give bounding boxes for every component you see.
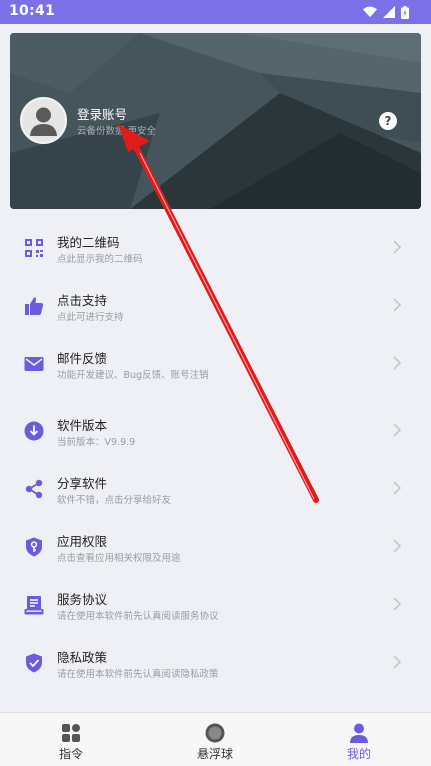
thumbs-up-icon (25, 297, 44, 315)
chevron-right-icon (393, 539, 402, 553)
status-icons (363, 5, 409, 19)
mail-icon (24, 357, 44, 371)
tab-label: 悬浮球 (196, 747, 233, 761)
person-icon (350, 723, 368, 743)
tab-floating-ball[interactable]: 悬浮球 (155, 713, 275, 766)
menu-item-title: 隐私政策 (57, 650, 108, 665)
header-background (10, 33, 421, 209)
chevron-right-icon (393, 423, 402, 437)
download-icon (24, 421, 44, 441)
tab-label: 指令 (58, 747, 83, 761)
chevron-right-icon (393, 481, 402, 495)
menu-item-qr-code[interactable]: 我的二维码 点此显示我的二维码 (0, 218, 431, 276)
share-icon (25, 479, 43, 499)
status-bar: 10:41 (0, 0, 431, 24)
menu-item-permissions[interactable]: 应用权限 点击查看应用相关权限及用途 (0, 517, 431, 575)
chevron-right-icon (393, 240, 402, 254)
avatar[interactable] (20, 97, 67, 144)
menu-item-privacy-policy[interactable]: 隐私政策 请在使用本软件前先认真阅读隐私政策 (0, 633, 431, 691)
tab-mine[interactable]: 我的 (299, 713, 419, 766)
login-subtitle: 云备份数据 更安全 (77, 126, 157, 137)
chevron-right-icon (393, 655, 402, 669)
help-button[interactable]: ? (379, 112, 397, 130)
account-header-card[interactable]: 登录账号 云备份数据 更安全 ? (10, 33, 421, 209)
menu-item-title: 服务协议 (57, 592, 108, 607)
battery-icon (401, 5, 409, 19)
menu-item-subtitle: 点此可进行支持 (57, 312, 124, 323)
bottom-tab-bar: 指令 悬浮球 我的 (0, 712, 431, 766)
menu-item-title: 应用权限 (57, 534, 108, 549)
signal-icon (383, 6, 395, 18)
menu-item-service-agreement[interactable]: 服务协议 请在使用本软件前先认真阅读服务协议 (0, 575, 431, 633)
menu-item-title: 点击支持 (57, 293, 108, 308)
menu-item-subtitle: 请在使用本软件前先认真阅读服务协议 (57, 611, 219, 622)
menu-item-support[interactable]: 点击支持 点此可进行支持 (0, 276, 431, 334)
grid-icon (62, 724, 80, 742)
menu-item-title: 邮件反馈 (57, 351, 108, 366)
shield-key-icon (26, 537, 42, 557)
agreement-icon (24, 596, 44, 615)
floating-ball-icon (205, 723, 225, 743)
qr-code-icon (25, 239, 43, 257)
login-title[interactable]: 登录账号 (77, 104, 127, 123)
menu-item-share[interactable]: 分享软件 软件不错，点击分享给好友 (0, 459, 431, 517)
menu-item-feedback[interactable]: 邮件反馈 功能开发建议、Bug反馈、账号注销 (0, 334, 431, 392)
menu-item-title: 软件版本 (57, 418, 108, 433)
person-avatar-icon (30, 107, 57, 136)
menu-item-subtitle: 软件不错，点击分享给好友 (57, 495, 172, 506)
menu-item-subtitle: 点此显示我的二维码 (57, 254, 143, 265)
menu-item-title: 我的二维码 (57, 235, 120, 250)
chevron-right-icon (393, 597, 402, 611)
tab-commands[interactable]: 指令 (11, 713, 131, 766)
chevron-right-icon (393, 356, 402, 370)
menu-item-subtitle: 功能开发建议、Bug反馈、账号注销 (57, 370, 209, 381)
tab-label: 我的 (346, 747, 371, 761)
chevron-right-icon (393, 298, 402, 312)
menu-item-title: 分享软件 (57, 476, 108, 491)
wifi-icon (363, 6, 377, 18)
settings-menu: 我的二维码 点此显示我的二维码 点击支持 点此可进行支持 邮件反馈 功能开发建议… (0, 218, 431, 691)
menu-item-version[interactable]: 软件版本 当前版本：V9.9.9 (0, 401, 431, 459)
menu-item-subtitle: 点击查看应用相关权限及用途 (57, 553, 181, 564)
menu-item-subtitle: 请在使用本软件前先认真阅读隐私政策 (57, 669, 219, 680)
shield-check-icon (26, 653, 42, 673)
menu-item-subtitle: 当前版本：V9.9.9 (57, 437, 136, 448)
status-time: 10:41 (9, 3, 56, 19)
